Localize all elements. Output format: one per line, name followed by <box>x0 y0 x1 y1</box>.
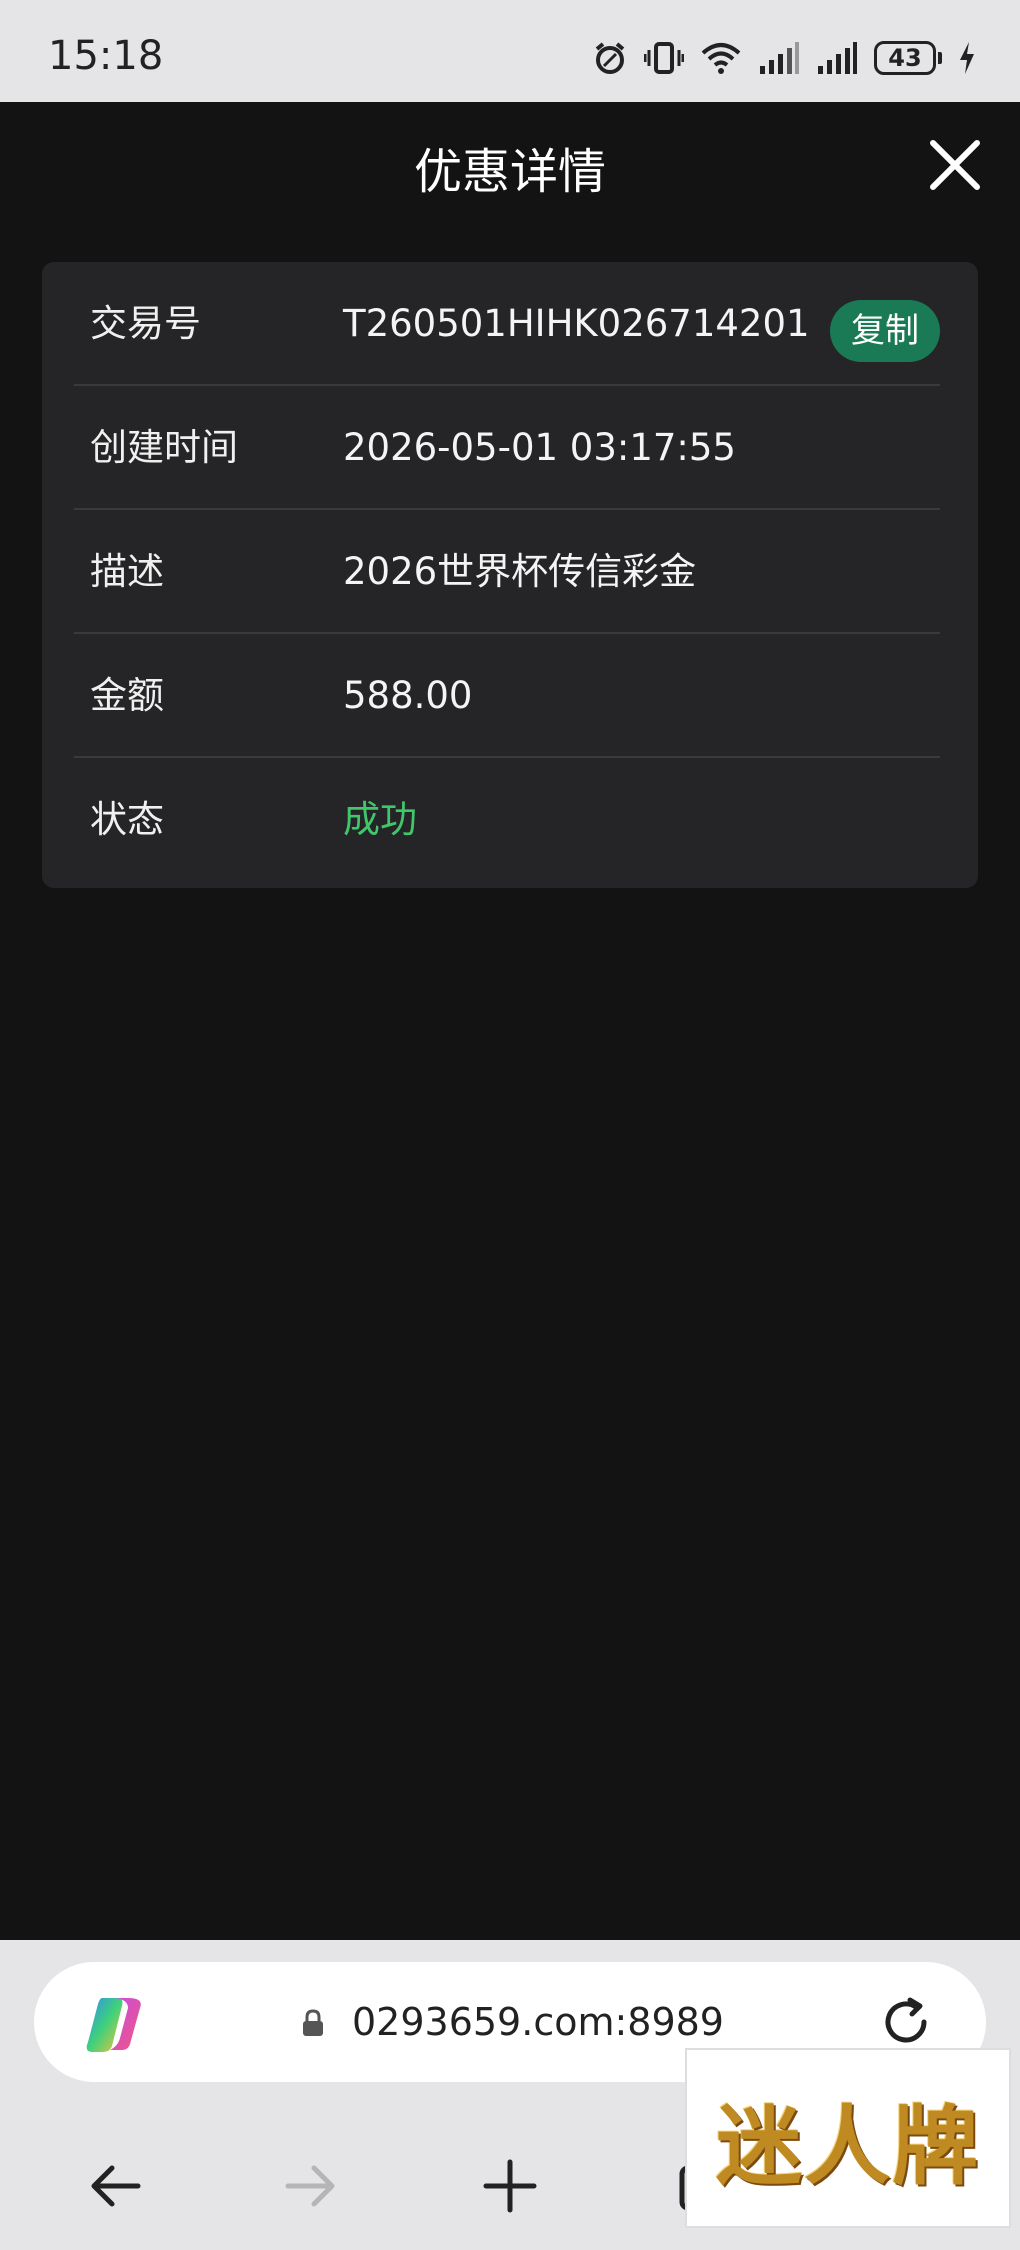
copilot-icon[interactable] <box>82 1994 146 2054</box>
back-button[interactable] <box>84 2154 148 2218</box>
status-icons: 43 <box>592 36 976 80</box>
status-time: 15:18 <box>48 33 164 79</box>
charging-icon <box>960 42 974 74</box>
plus-icon <box>483 2159 537 2213</box>
battery-icon: 43 <box>874 41 936 75</box>
description-label: 描述 <box>90 550 164 593</box>
status-bar: 15:18 43 <box>0 0 1020 102</box>
row-amount: 金额 588.00 <box>74 634 940 758</box>
overlay-logo-text: 迷人牌 <box>716 2095 980 2197</box>
signal-icon-2 <box>818 42 857 74</box>
description-value: 2026世界杯传信彩金 <box>343 550 697 593</box>
page-title: 优惠详情 <box>413 144 606 200</box>
close-button[interactable] <box>925 135 985 195</box>
row-status: 状态 成功 <box>74 758 940 882</box>
wifi-icon <box>701 43 741 74</box>
new-tab-button[interactable] <box>478 2154 542 2218</box>
forward-arrow-icon <box>285 2165 335 2207</box>
page-header: 优惠详情 <box>0 102 1020 262</box>
transaction-id-value: T260501HIHK026714201 <box>343 302 810 345</box>
created-time-value: 2026-05-01 03:17:55 <box>343 426 736 469</box>
alarm-icon <box>595 42 625 74</box>
back-arrow-icon <box>91 2165 141 2207</box>
status-label: 状态 <box>90 798 164 841</box>
created-time-label: 创建时间 <box>90 426 238 469</box>
amount-value: 588.00 <box>343 674 473 717</box>
battery-level: 43 <box>888 44 922 72</box>
forward-button[interactable] <box>278 2154 342 2218</box>
vibrate-icon <box>644 42 684 74</box>
amount-label: 金额 <box>90 674 164 717</box>
row-transaction-id: 交易号 T260501HIHK026714201 复制 <box>74 262 940 386</box>
row-created-time: 创建时间 2026-05-01 03:17:55 <box>74 386 940 510</box>
url-text[interactable]: 0293659.com:8989 <box>352 1962 724 2082</box>
reload-icon[interactable] <box>876 1992 936 2052</box>
lock-icon <box>303 2009 323 2036</box>
row-description: 描述 2026世界杯传信彩金 <box>74 510 940 634</box>
signal-icon-1 <box>760 42 799 74</box>
detail-card: 交易号 T260501HIHK026714201 复制 创建时间 2026-05… <box>42 262 978 888</box>
copy-button[interactable]: 复制 <box>830 300 940 362</box>
overlay-logo: 迷人牌 <box>685 2048 1011 2228</box>
battery-tip <box>938 52 942 64</box>
close-icon <box>930 140 980 190</box>
transaction-id-label: 交易号 <box>90 302 201 345</box>
status-value: 成功 <box>343 798 417 841</box>
